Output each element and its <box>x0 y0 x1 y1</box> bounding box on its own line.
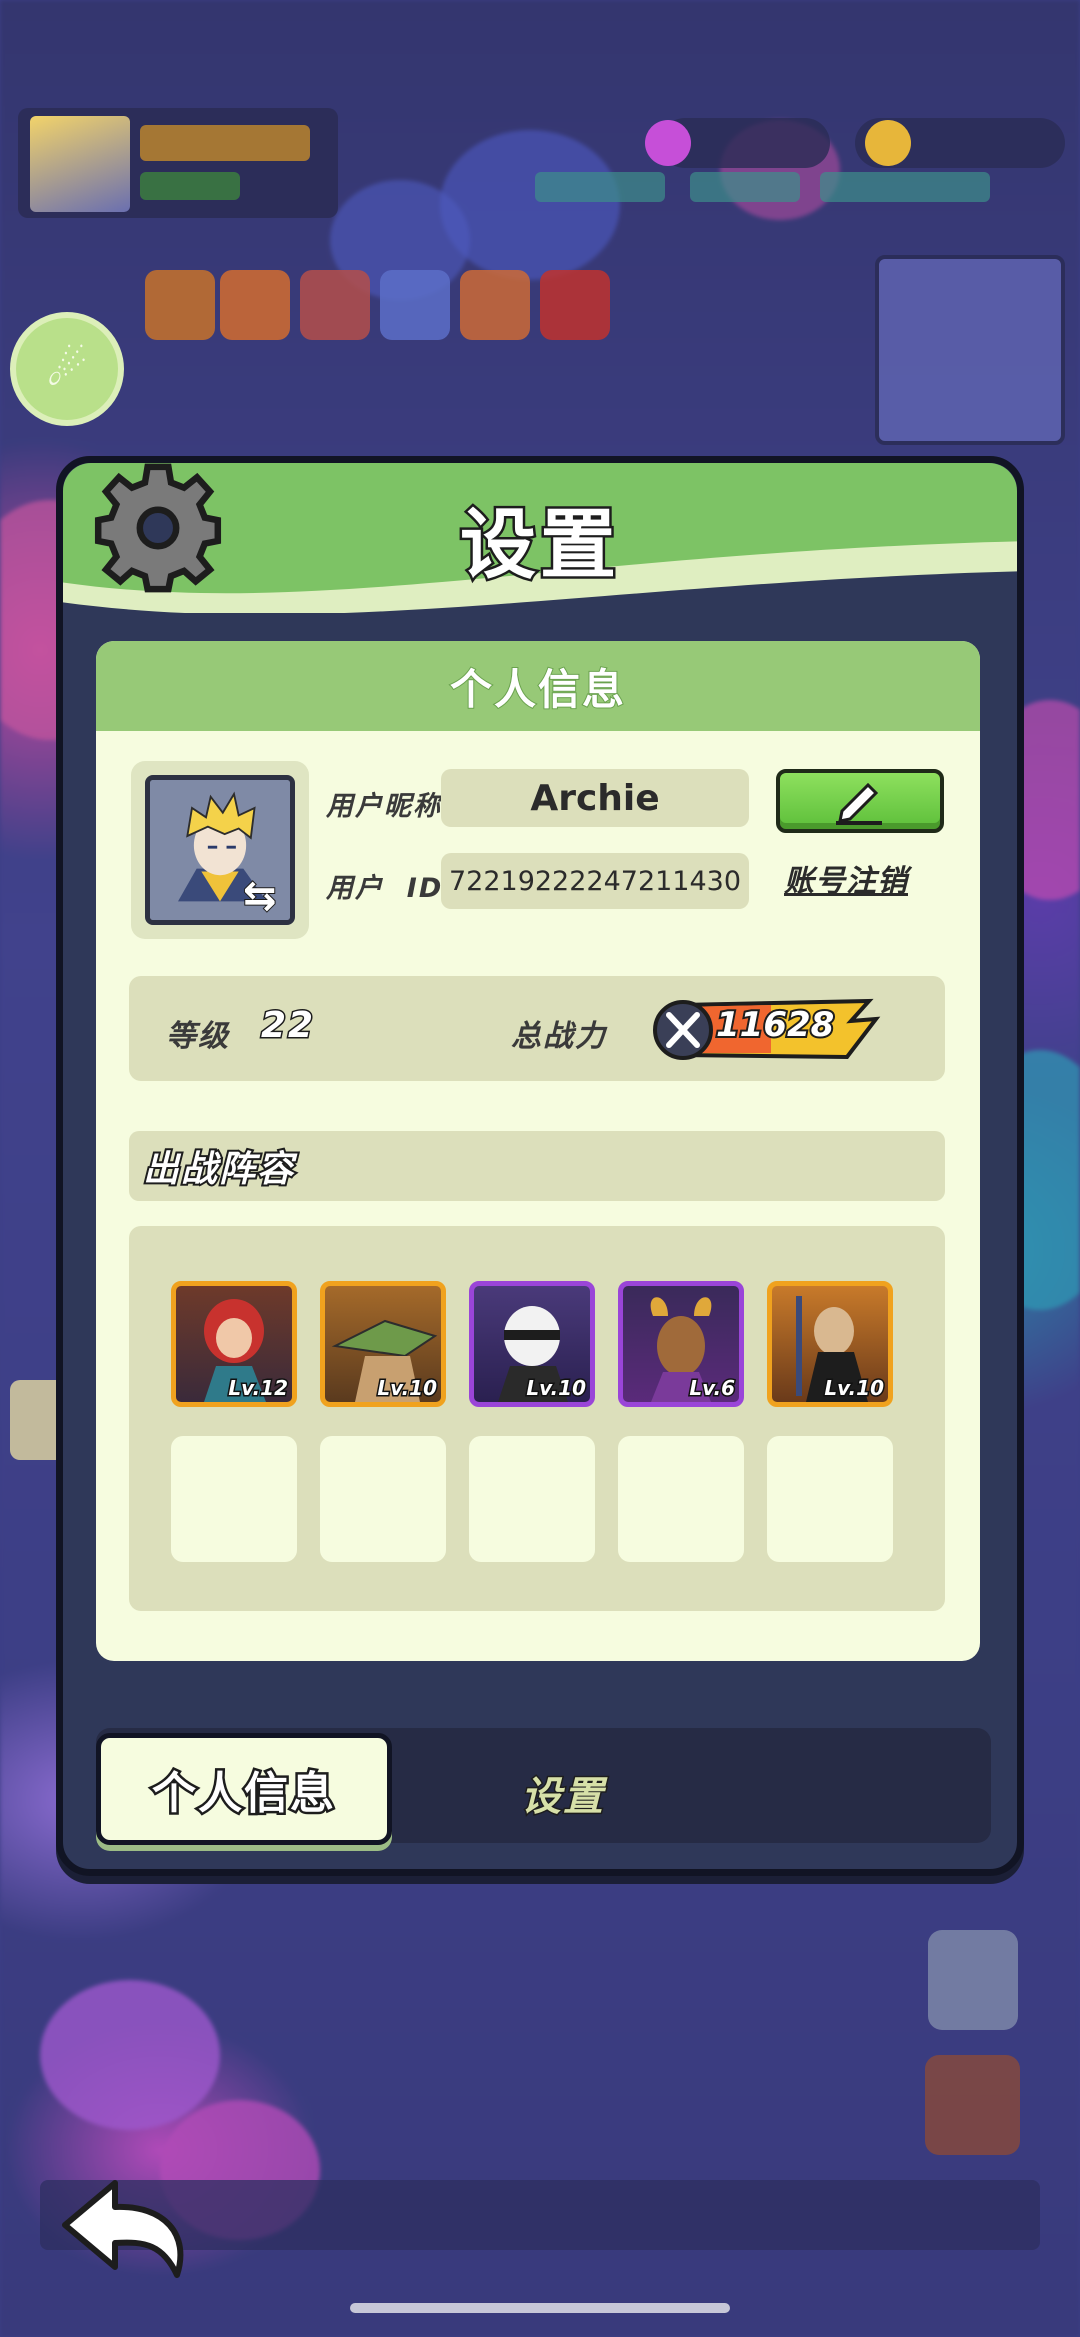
level-label: 等级 <box>166 1019 230 1054</box>
tab-settings[interactable]: 设置 <box>463 1763 663 1823</box>
tab-settings-label: 设置 <box>520 1773 605 1822</box>
hero-level: Lv.12 <box>227 1375 290 1402</box>
hero-level: Lv.10 <box>823 1375 886 1402</box>
empty-hero-slot[interactable] <box>618 1436 744 1562</box>
power-label: 总战力 <box>511 1019 607 1054</box>
hud-exp-bar <box>140 172 240 200</box>
hero-slot[interactable]: Lv.12 <box>171 1281 297 1407</box>
buff-icon[interactable] <box>460 270 530 340</box>
empty-hero-slot[interactable] <box>767 1436 893 1562</box>
power-value: 11628 <box>714 1003 836 1047</box>
side-robot-icon[interactable] <box>928 1930 1018 2030</box>
profile-card: 个人信息 ⇆ 用户昵称 Archie 用户 ID 722192222472114… <box>96 641 980 1661</box>
hero-level: Lv.10 <box>376 1375 439 1402</box>
hud-chip <box>820 172 990 202</box>
empty-hero-slot[interactable] <box>171 1436 297 1562</box>
delete-account-link[interactable]: 账号注销 <box>784 856 908 900</box>
hero-level: Lv.6 <box>688 1375 737 1402</box>
hero-level: Lv.10 <box>525 1375 588 1402</box>
nickname-label: 用户昵称 <box>326 791 442 822</box>
buff-icon[interactable] <box>300 270 370 340</box>
avatar-frame[interactable]: ⇆ <box>131 761 309 939</box>
planet-button[interactable]: ☄ <box>10 312 124 426</box>
hud-chip <box>690 172 800 202</box>
lineup-title: 出战阵容 <box>141 1147 296 1192</box>
swap-avatar-icon[interactable]: ⇆ <box>242 872 277 920</box>
hero-slot[interactable]: Lv.10 <box>320 1281 446 1407</box>
level-value: 22 <box>259 1004 316 1048</box>
coin-icon <box>865 120 911 166</box>
buff-icon[interactable] <box>145 270 215 340</box>
lineup-header: 出战阵容 <box>129 1131 945 1201</box>
settings-panel: 设置 个人信息 ⇆ 用户昵称 Archie 用户 ID 722192222472… <box>56 456 1024 1876</box>
side-character-icon[interactable] <box>925 2055 1020 2155</box>
panel-title: 设置 <box>458 498 620 592</box>
empty-hero-slot[interactable] <box>320 1436 446 1562</box>
panel-header: 设置 <box>63 463 1017 613</box>
player-avatar-hud <box>30 116 130 212</box>
profile-card-header: 个人信息 <box>96 641 980 731</box>
hero-slot[interactable]: Lv.10 <box>469 1281 595 1407</box>
home-indicator[interactable] <box>350 2303 730 2313</box>
buff-icon[interactable] <box>220 270 290 340</box>
hero-slot[interactable]: Lv.10 <box>767 1281 893 1407</box>
user-id-label: 用户 ID <box>326 873 444 904</box>
planet-icon: ☄ <box>46 342 88 396</box>
tab-profile-label: 个人信息 <box>150 1766 337 1822</box>
gem-icon <box>645 120 691 166</box>
buff-icon[interactable] <box>540 270 610 340</box>
user-id-field: 72219222247211430 <box>441 853 749 909</box>
hud-name-bar <box>140 125 310 161</box>
hero-slot[interactable]: Lv.6 <box>618 1281 744 1407</box>
pencil-icon <box>836 782 882 825</box>
empty-hero-slot[interactable] <box>469 1436 595 1562</box>
profile-section-title: 个人信息 <box>449 664 626 715</box>
hud-chip <box>535 172 665 202</box>
back-arrow-button[interactable] <box>55 2175 195 2285</box>
nickname-field: Archie <box>441 769 749 827</box>
minimap[interactable] <box>875 255 1065 445</box>
buff-icon[interactable] <box>380 270 450 340</box>
tab-profile[interactable]: 个人信息 <box>96 1733 392 1845</box>
edit-nickname-button[interactable] <box>776 769 944 833</box>
